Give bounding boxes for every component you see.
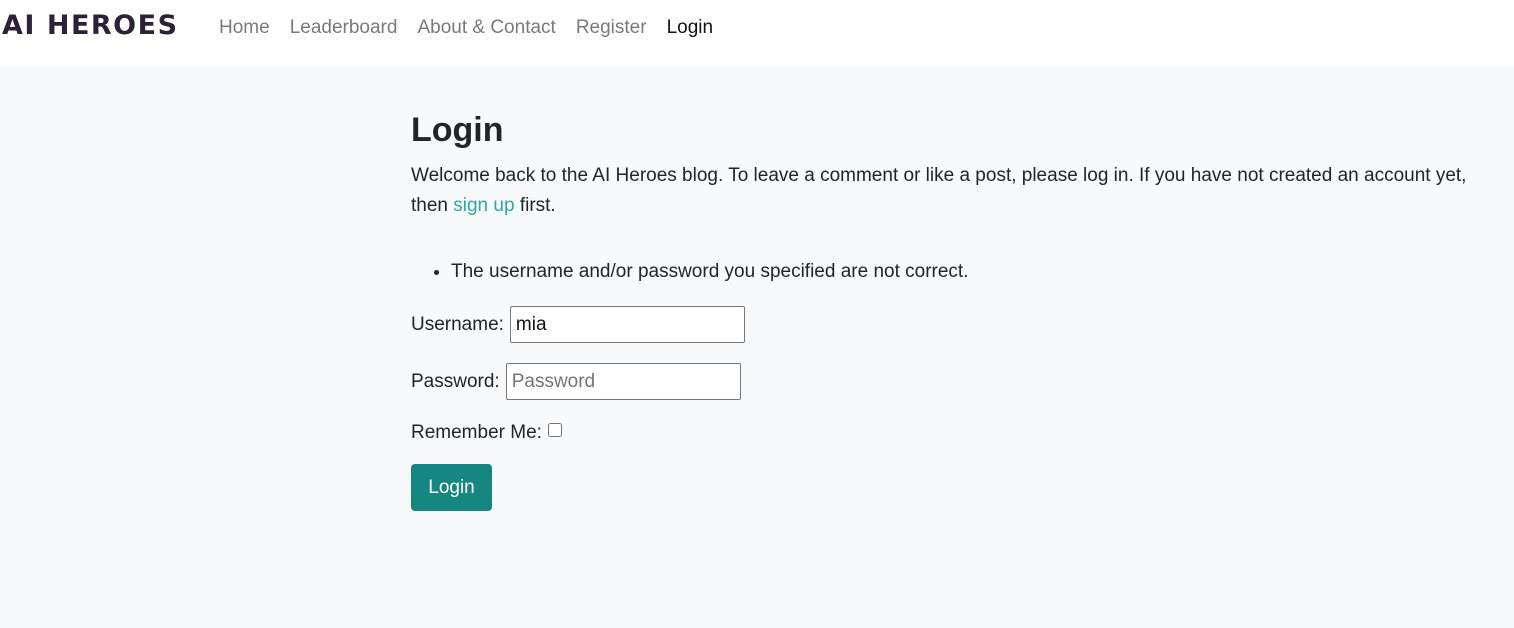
username-row: Username: (411, 306, 1501, 343)
username-input[interactable] (509, 306, 745, 343)
remember-row: Remember Me: (411, 422, 1501, 444)
login-content: Login Welcome back to the AI Heroes blog… (411, 108, 1501, 511)
navbar: AI HEROES Home Leaderboard About & Conta… (0, 0, 1514, 67)
error-message: The username and/or password you specifi… (451, 257, 1501, 287)
login-form: Username: Password: Remember Me: Login (411, 306, 1501, 511)
page-title: Login (411, 111, 504, 149)
password-row: Password: (411, 363, 1501, 400)
nav-home-link[interactable]: Home (219, 17, 270, 39)
password-label: Password: (411, 370, 500, 392)
nav-leaderboard-link[interactable]: Leaderboard (290, 17, 398, 39)
intro-text-end: first. (514, 195, 556, 216)
nav-about-contact-link[interactable]: About & Contact (417, 17, 555, 39)
password-input[interactable] (505, 363, 741, 400)
nav-register-link[interactable]: Register (576, 17, 647, 39)
signup-link[interactable]: sign up (453, 195, 514, 216)
remember-checkbox[interactable] (547, 423, 562, 437)
username-label: Username: (411, 313, 504, 335)
login-button[interactable]: Login (411, 464, 492, 511)
nav-login-link[interactable]: Login (667, 17, 714, 39)
intro-text-start: Welcome back to the AI Heroes blog. To l… (411, 165, 1467, 216)
nav-links: Home Leaderboard About & Contact Registe… (219, 17, 713, 39)
brand-logo[interactable]: AI HEROES (2, 10, 179, 41)
error-list: The username and/or password you specifi… (411, 257, 1501, 287)
intro-text: Welcome back to the AI Heroes blog. To l… (411, 161, 1491, 221)
remember-label: Remember Me: (411, 422, 542, 443)
